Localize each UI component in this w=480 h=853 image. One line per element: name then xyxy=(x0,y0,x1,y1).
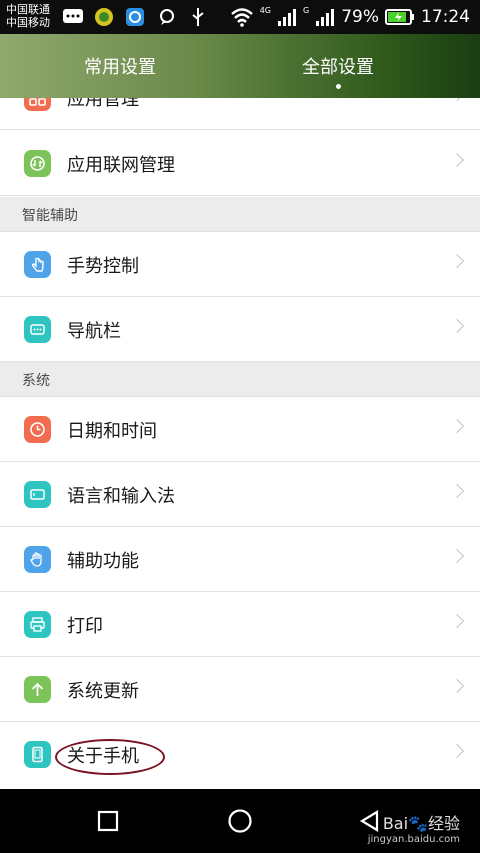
chevron-right-icon xyxy=(449,483,465,499)
wifi-icon xyxy=(230,8,253,27)
carrier-2: 中国移动 xyxy=(6,16,50,29)
settings-header: 常用设置 全部设置 xyxy=(0,34,480,98)
gesture-hand-icon xyxy=(24,251,51,278)
chevron-right-icon xyxy=(449,152,465,168)
list-item-language[interactable]: 语言和输入法 xyxy=(0,462,480,527)
message-icon xyxy=(63,9,83,23)
tab-common-settings-label: 常用设置 xyxy=(84,57,156,78)
chat-icon xyxy=(160,9,174,25)
carrier-info: 中国联通 中国移动 xyxy=(6,3,50,29)
printer-icon xyxy=(24,611,51,638)
home-button[interactable] xyxy=(212,789,268,853)
watermark-suffix: 经验 xyxy=(427,814,460,833)
chevron-right-icon xyxy=(449,253,465,269)
section-title: 系统 xyxy=(22,372,50,389)
settings-list[interactable]: 应用管理 应用联网管理 智能辅助 手势控制 导航栏 系统 日期和时间 语言和输入… xyxy=(0,98,480,789)
annotation-highlight-oval xyxy=(55,739,165,775)
list-item-label: 语言和输入法 xyxy=(67,485,175,507)
navigation-bar-icon xyxy=(24,316,51,343)
list-item-label: 系统更新 xyxy=(67,680,139,702)
list-item-gesture[interactable]: 手势控制 xyxy=(0,232,480,297)
battery-icon xyxy=(385,9,414,25)
usb-icon xyxy=(192,8,204,26)
tab-all-settings[interactable]: 全部设置 xyxy=(218,34,458,98)
list-item-system-update[interactable]: 系统更新 xyxy=(0,657,480,722)
list-item-app-network[interactable]: 应用联网管理 xyxy=(0,131,480,196)
watermark: Bai🐾经验 jingyan.baidu.com xyxy=(367,814,460,845)
keyboard-icon xyxy=(24,481,51,508)
hand-icon xyxy=(24,546,51,573)
clock-icon xyxy=(24,416,51,443)
chevron-right-icon xyxy=(449,318,465,334)
section-header-smart-assist: 智能辅助 xyxy=(0,197,480,232)
list-item-label: 日期和时间 xyxy=(67,420,157,442)
signal-icon-1 xyxy=(278,9,296,26)
chevron-right-icon xyxy=(449,98,465,102)
square-icon xyxy=(97,810,119,832)
list-item-app-manage[interactable]: 应用管理 xyxy=(0,98,480,130)
list-item-label: 导航栏 xyxy=(67,320,121,342)
arrow-up-icon xyxy=(24,676,51,703)
navigation-bar: Bai🐾经验 jingyan.baidu.com xyxy=(0,789,480,853)
list-item-label: 打印 xyxy=(67,615,103,637)
recent-apps-button[interactable] xyxy=(80,789,136,853)
tab-common-settings[interactable]: 常用设置 xyxy=(0,34,240,98)
circle-icon xyxy=(228,809,252,833)
active-tab-indicator xyxy=(336,84,341,89)
list-item-label: 应用联网管理 xyxy=(67,154,175,176)
battery-percent: 79% xyxy=(341,7,379,27)
watermark-url: jingyan.baidu.com xyxy=(367,834,460,845)
chevron-right-icon xyxy=(449,548,465,564)
clock: 17:24 xyxy=(421,7,470,27)
phone-icon xyxy=(24,741,51,768)
section-header-system: 系统 xyxy=(0,362,480,397)
watermark-brand: Bai xyxy=(382,814,409,833)
app-notification-icon xyxy=(95,8,113,26)
sync-icon xyxy=(24,150,51,177)
section-title: 智能辅助 xyxy=(22,207,78,224)
status-bar: 中国联通 中国移动 4G G 79% 17:24 xyxy=(0,0,480,34)
list-item-navbar[interactable]: 导航栏 xyxy=(0,297,480,362)
app-manage-icon xyxy=(24,98,51,111)
chevron-right-icon xyxy=(449,418,465,434)
network-type-label-2: G xyxy=(303,5,310,15)
status-right: 4G G 79% 17:24 xyxy=(230,0,470,34)
chevron-right-icon xyxy=(449,743,465,759)
list-item-accessibility[interactable]: 辅助功能 xyxy=(0,527,480,592)
list-item-print[interactable]: 打印 xyxy=(0,592,480,657)
carrier-1: 中国联通 xyxy=(6,3,50,16)
signal-icon-2 xyxy=(316,9,335,26)
tab-all-settings-label: 全部设置 xyxy=(302,57,374,78)
list-item-datetime[interactable]: 日期和时间 xyxy=(0,397,480,462)
browser-icon xyxy=(126,8,144,26)
list-item-label: 辅助功能 xyxy=(67,550,139,572)
network-type-label: 4G xyxy=(259,5,271,15)
list-item-label: 应用管理 xyxy=(67,98,139,110)
chevron-right-icon xyxy=(449,613,465,629)
chevron-right-icon xyxy=(449,678,465,694)
list-item-label: 手势控制 xyxy=(67,255,139,277)
